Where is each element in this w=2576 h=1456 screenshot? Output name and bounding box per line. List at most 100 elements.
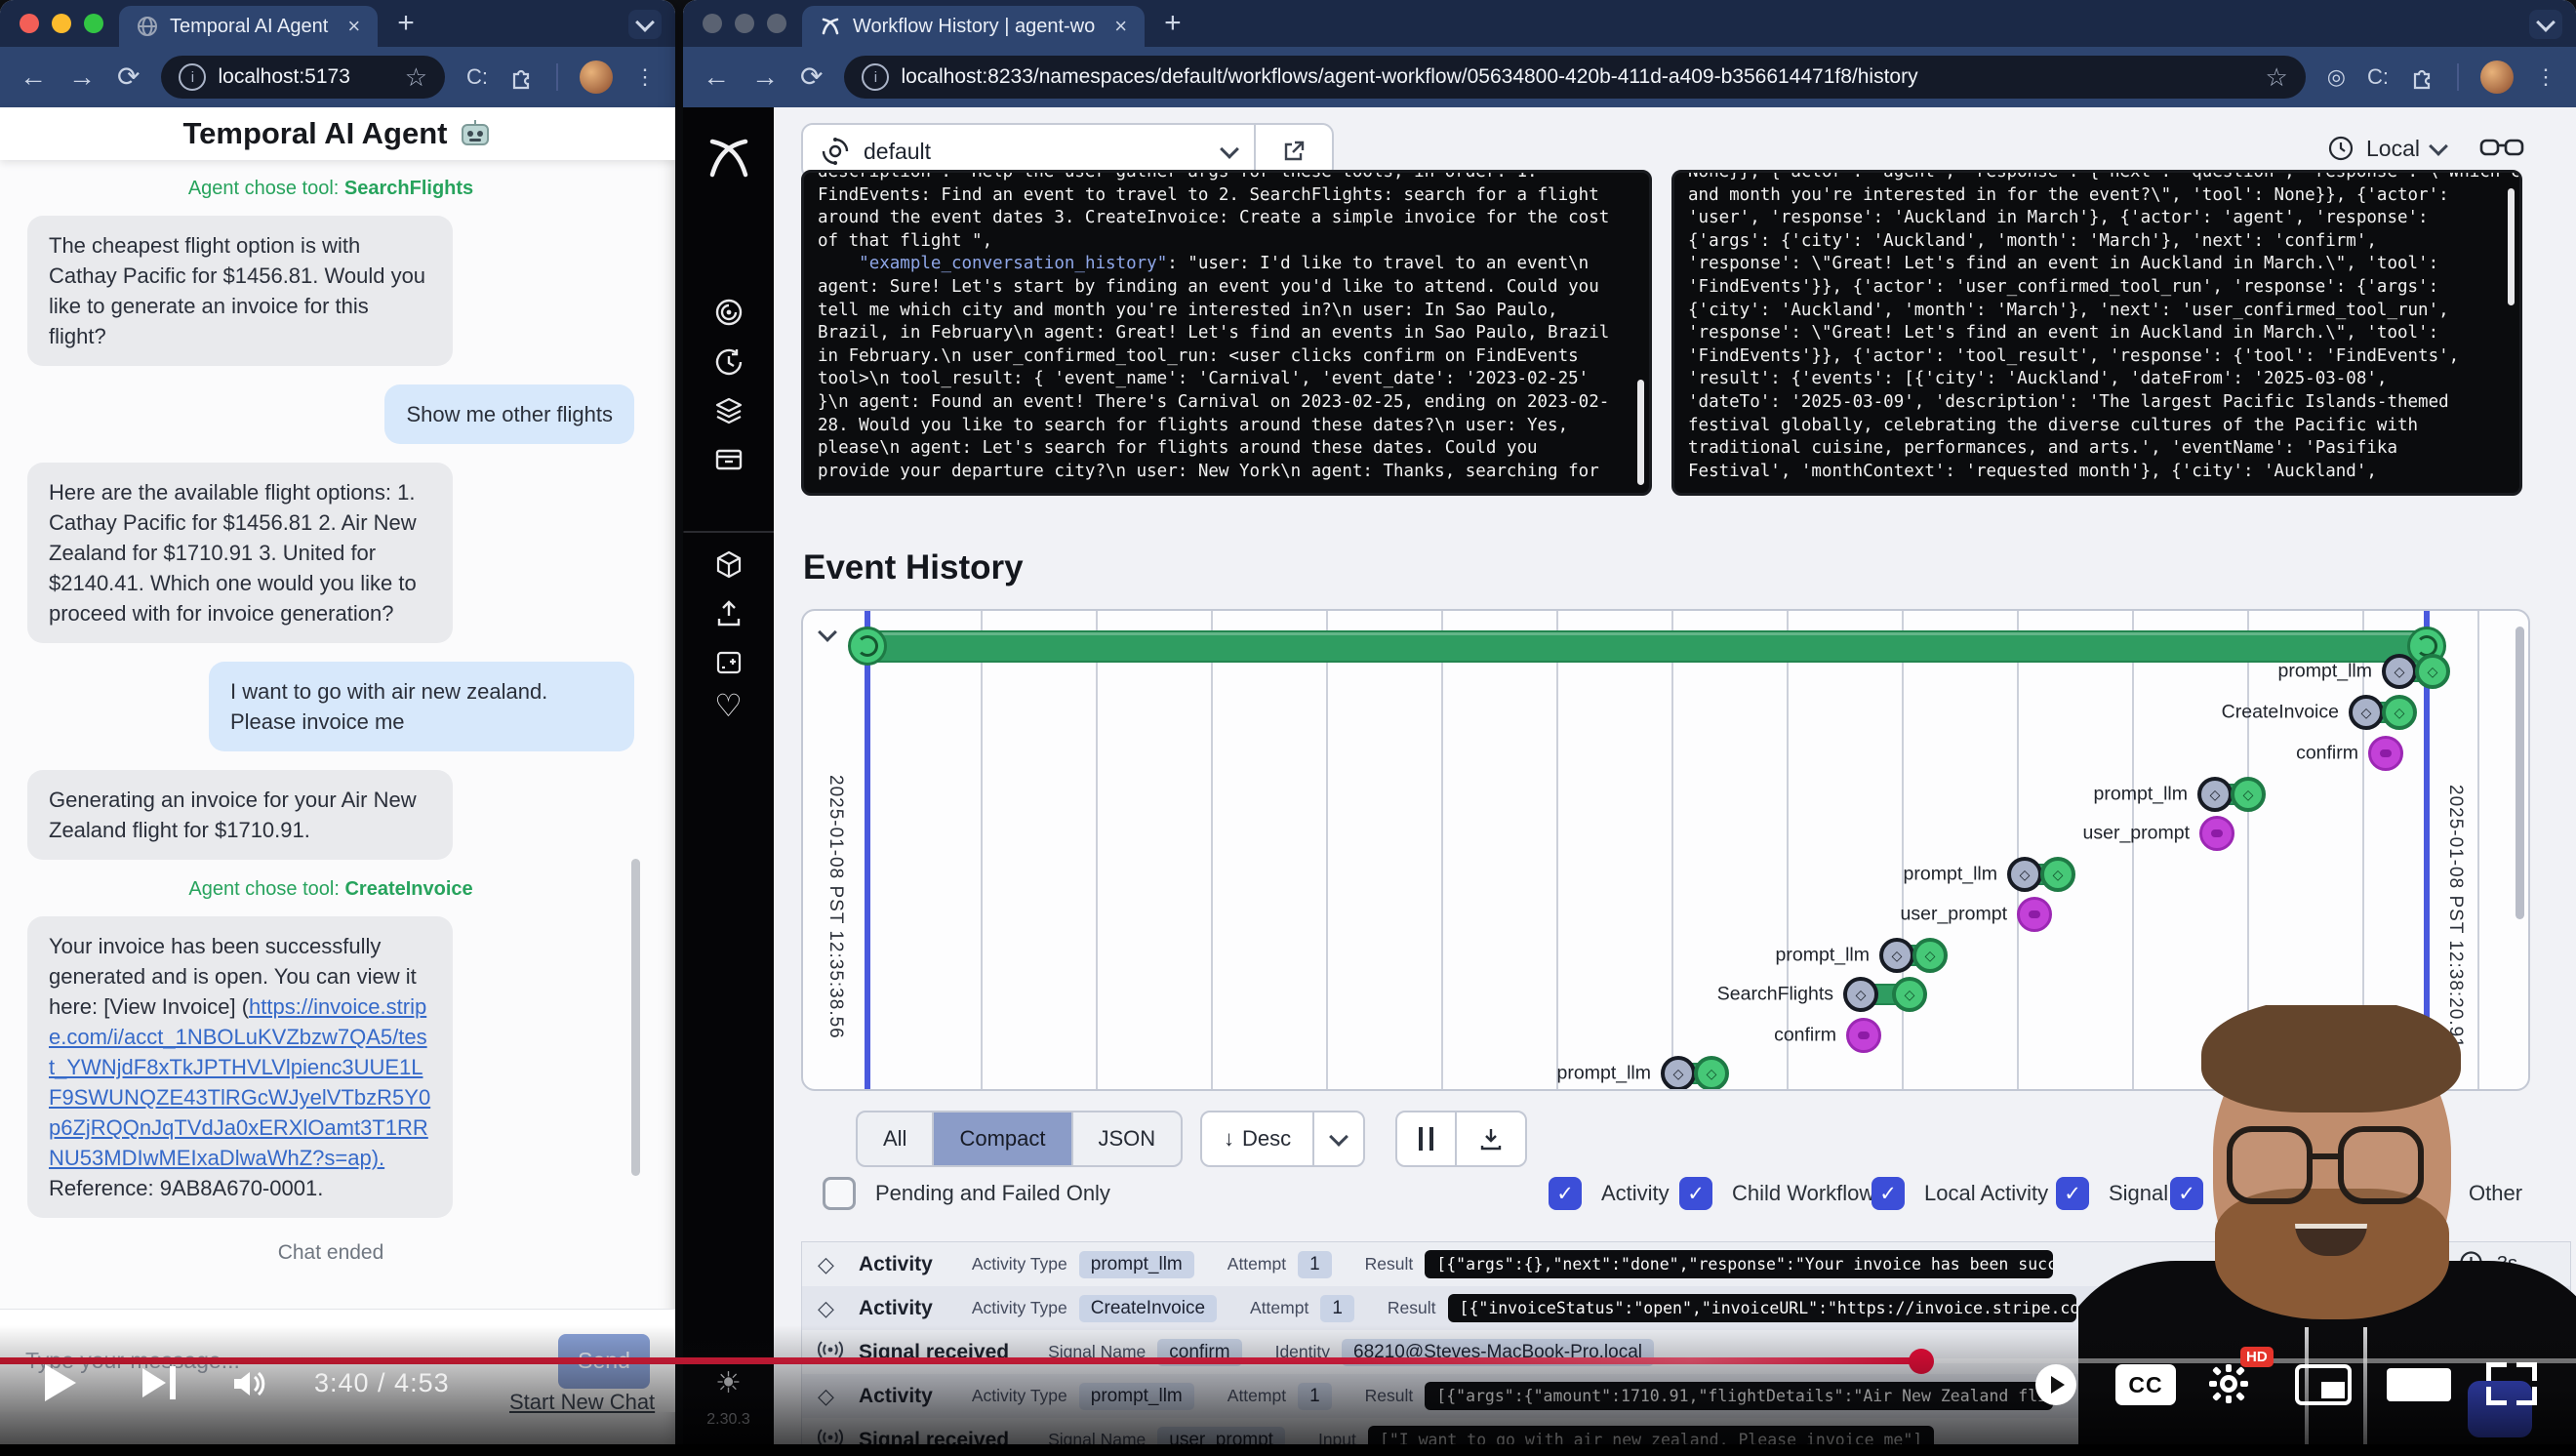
pending-failed-filter[interactable]: Pending and Failed Only [823,1177,1110,1210]
activity-completed-dot[interactable]: ◇ [2415,654,2450,689]
signal-dot[interactable] [2017,897,2052,932]
profile-avatar[interactable] [580,61,613,94]
close-window-button[interactable] [20,14,39,33]
forward-button[interactable]: → [751,63,779,91]
stacks-icon[interactable] [712,394,745,427]
miniplayer-button[interactable] [2295,1364,2352,1405]
signal-dot[interactable] [2199,816,2234,851]
extensions-puzzle-icon[interactable] [509,64,535,90]
back-button[interactable]: ← [703,63,730,91]
browser-tab-left[interactable]: Temporal AI Agent × [119,6,378,47]
reload-button[interactable]: ⟳ [800,63,823,91]
extensions-puzzle-icon[interactable] [2410,64,2435,90]
macos-traffic-lights[interactable] [0,14,119,33]
checkbox-checked[interactable]: ✓ [1549,1177,1582,1210]
import-icon[interactable] [712,597,745,630]
schedules-icon[interactable] [712,345,745,379]
activity-scheduled-dot[interactable]: ◇ [1843,977,1878,1012]
workflow-start-marker[interactable] [848,627,887,666]
activity-completed-dot[interactable]: ◇ [2382,695,2417,730]
browser-menu-icon[interactable]: ⋮ [2535,64,2556,90]
filter-activity[interactable]: ✓Activity [1549,1177,1670,1210]
activity-completed-dot[interactable]: ◇ [2040,857,2075,892]
password-manager-icon[interactable]: ◎ [2327,64,2346,90]
address-bar[interactable]: i localhost:5173 ☆ [161,56,445,99]
back-button[interactable]: ← [20,63,47,91]
sort-options-chevron[interactable] [1314,1112,1363,1165]
sort-desc-button[interactable]: ↓ Desc [1202,1112,1314,1165]
profile-avatar[interactable] [2480,61,2514,94]
view-mode-compact[interactable]: Compact [934,1112,1072,1165]
download-button[interactable] [1457,1112,1525,1165]
pause-button[interactable] [1397,1112,1457,1165]
timezone-select[interactable]: Local [2327,135,2445,162]
view-mode-all[interactable]: All [858,1112,934,1165]
nexus-cube-icon[interactable] [712,548,745,582]
checkbox-unchecked[interactable] [823,1177,856,1210]
new-tab-button[interactable]: + [1164,7,1182,40]
collapse-timeline-icon[interactable] [821,627,834,644]
companion-extension-icon[interactable]: C: [466,64,488,90]
fullscreen-button[interactable] [2486,1362,2537,1405]
code-panel-prompt[interactable]: description": "Help the user gather args… [801,170,1652,496]
close-tab-icon[interactable]: × [347,14,360,39]
checkbox-checked[interactable]: ✓ [1679,1177,1712,1210]
close-window-button[interactable] [703,14,722,33]
settings-gear-icon[interactable] [2207,1362,2250,1405]
codec-server-icon[interactable] [712,646,745,679]
filter-local-activity[interactable]: ✓Local Activity [1872,1177,2048,1210]
activity-completed-dot[interactable]: ◇ [1912,938,1948,973]
address-bar[interactable]: i localhost:8233/namespaces/default/work… [844,56,2305,99]
play-button[interactable] [45,1364,76,1401]
captions-button[interactable]: CC [2115,1364,2176,1405]
activity-completed-dot[interactable]: ◇ [2231,777,2266,812]
activity-scheduled-dot[interactable]: ◇ [1661,1056,1696,1091]
activity-scheduled-dot[interactable]: ◇ [2007,857,2042,892]
archive-icon[interactable] [712,443,745,476]
workflow-execution-bar[interactable] [867,630,2427,663]
tab-search-button[interactable] [2529,10,2562,39]
checkbox-checked[interactable]: ✓ [1872,1177,1905,1210]
timeline-scrollbar[interactable] [2516,627,2524,919]
activity-completed-dot[interactable]: ◇ [1892,977,1927,1012]
browser-tab-right[interactable]: Workflow History | agent-wo × [802,6,1145,47]
activity-scheduled-dot[interactable]: ◇ [1879,938,1914,973]
theater-mode-button[interactable] [2387,1368,2451,1401]
zoom-window-button[interactable] [84,14,103,33]
bookmark-star-icon[interactable]: ☆ [405,62,427,93]
view-mode-json[interactable]: JSON [1073,1112,1182,1165]
workflows-icon[interactable] [712,296,745,329]
site-info-icon[interactable]: i [862,63,889,91]
signal-dot[interactable] [1846,1018,1881,1053]
activity-scheduled-dot[interactable]: ◇ [2382,654,2417,689]
bookmark-star-icon[interactable]: ☆ [2265,62,2287,93]
favorites-heart-icon[interactable]: ♡ [714,687,743,724]
tab-search-button[interactable] [628,10,662,39]
labs-glasses-icon[interactable] [2479,133,2524,162]
activity-scheduled-dot[interactable]: ◇ [2197,777,2233,812]
scrollbar-thumb[interactable] [2508,188,2515,305]
autoplay-toggle[interactable] [2035,1364,2076,1405]
minimize-window-button[interactable] [52,14,71,33]
invoice-link[interactable]: https://invoice.stripe.com/i/acct_1NBOLu… [49,994,430,1170]
signal-dot[interactable] [2368,736,2403,771]
filter-child-workflow[interactable]: ✓Child Workflow [1679,1177,1874,1210]
scrollbar-thumb[interactable] [1637,380,1644,485]
browser-menu-icon[interactable]: ⋮ [634,64,656,90]
macos-traffic-lights[interactable] [683,14,802,33]
new-tab-button[interactable]: + [397,7,415,40]
code-panel-history[interactable]: None}}, {'actor': 'agent', 'response': {… [1671,170,2522,496]
chat-scrollbar[interactable] [631,859,640,1176]
companion-extension-icon[interactable]: C: [2367,64,2389,90]
minimize-window-button[interactable] [735,14,754,33]
namespace-select[interactable]: default [803,137,1254,166]
activity-completed-dot[interactable]: ◇ [1694,1056,1729,1091]
zoom-window-button[interactable] [767,14,786,33]
next-button[interactable] [142,1368,166,1397]
temporal-logo-icon[interactable] [704,133,754,183]
forward-button[interactable]: → [68,63,96,91]
close-tab-icon[interactable]: × [1114,14,1127,39]
reload-button[interactable]: ⟳ [117,63,140,91]
volume-icon[interactable] [228,1364,267,1403]
site-info-icon[interactable]: i [179,63,206,91]
